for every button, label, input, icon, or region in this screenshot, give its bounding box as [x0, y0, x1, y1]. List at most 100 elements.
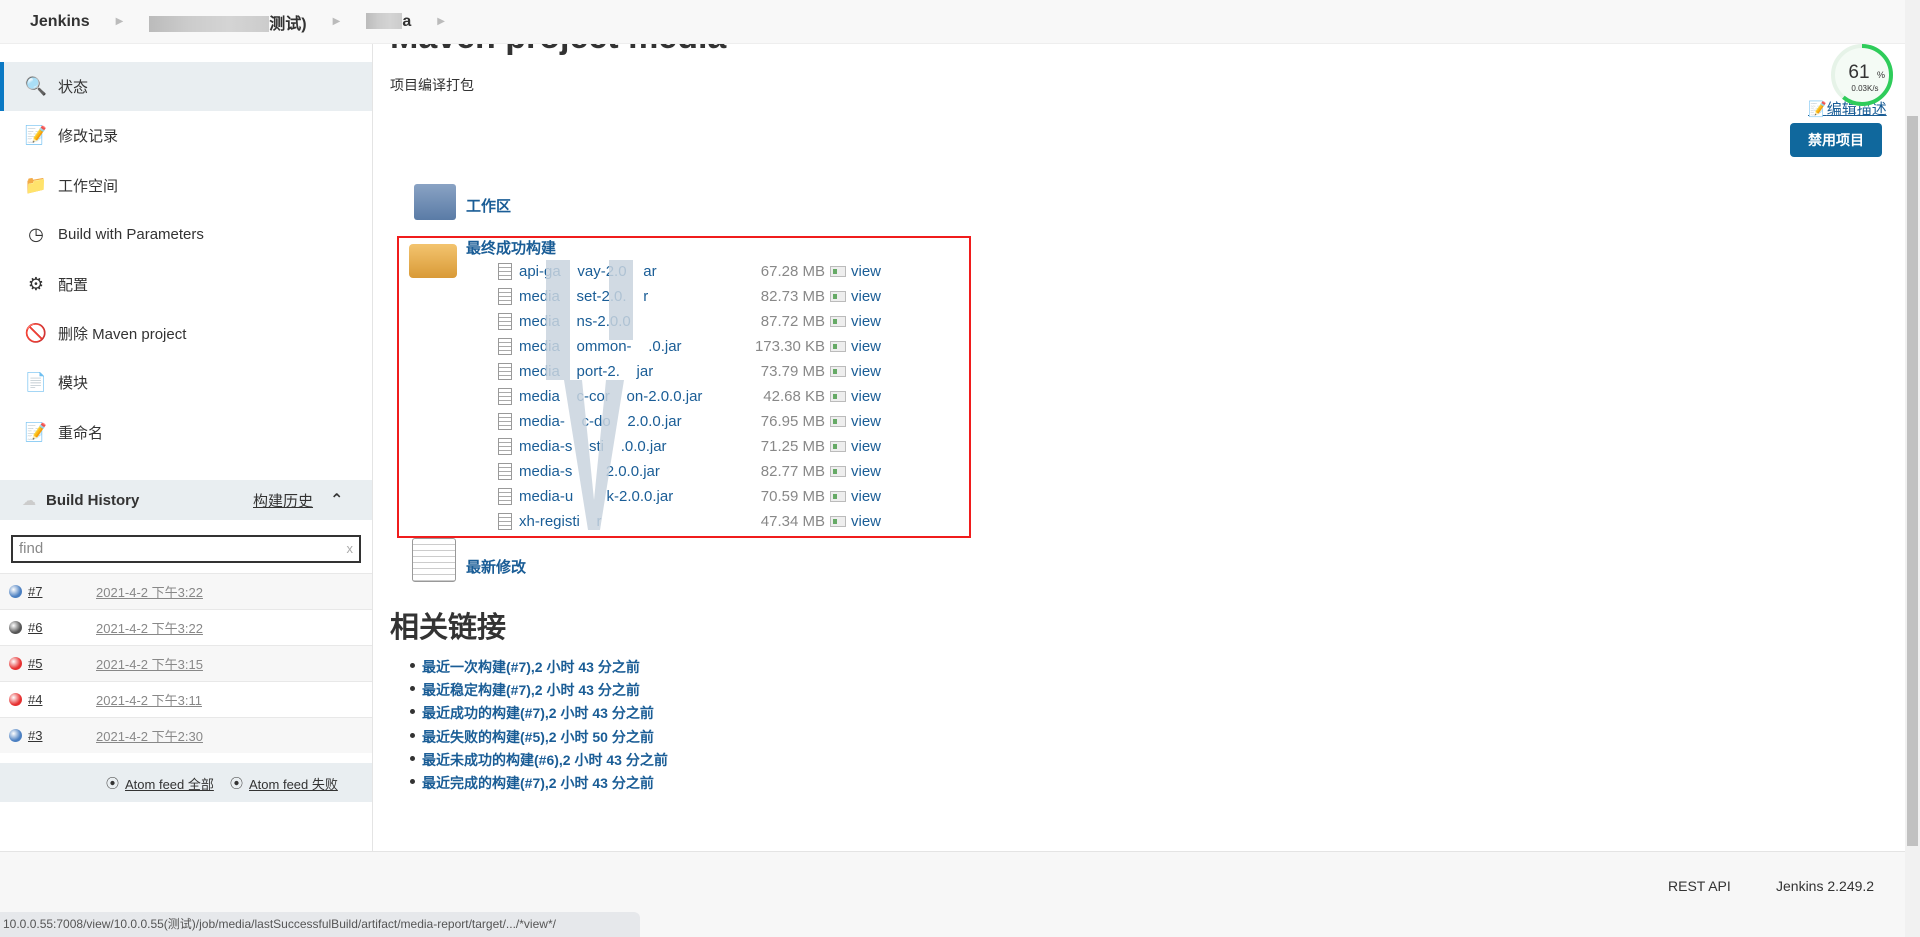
- rss-icon: ⦿: [230, 776, 244, 791]
- gear-icon: ⚙: [27, 273, 45, 294]
- artifact-size: 73.79 MB: [760, 363, 825, 380]
- build-search-input[interactable]: find x: [11, 535, 361, 563]
- clear-icon[interactable]: x: [347, 537, 354, 561]
- rest-api-link[interactable]: REST API: [1668, 878, 1731, 894]
- artifact-link[interactable]: xh-registi r: [519, 513, 735, 530]
- view-link[interactable]: view: [851, 413, 881, 430]
- view-link[interactable]: view: [851, 263, 881, 280]
- view-link[interactable]: view: [851, 463, 881, 480]
- file-icon: [498, 513, 512, 530]
- file-icon: [498, 413, 512, 430]
- build-date-link[interactable]: 2021-4-2 下午2:30: [96, 726, 203, 745]
- view-link[interactable]: view: [851, 388, 881, 405]
- breadcrumb-jenkins[interactable]: Jenkins: [30, 13, 90, 31]
- file-icon: [498, 263, 512, 280]
- scrollbar[interactable]: [1905, 0, 1920, 937]
- view-icon[interactable]: [830, 491, 846, 502]
- view-link[interactable]: view: [851, 338, 881, 355]
- sidebar-item[interactable]: 🚫 删除 Maven project: [0, 309, 372, 358]
- build-date-link[interactable]: 2021-4-2 下午3:22: [96, 582, 203, 601]
- view-icon[interactable]: [830, 466, 846, 477]
- sidebar-item[interactable]: 📄 模块: [0, 358, 372, 407]
- workspace-link[interactable]: 工作区: [466, 195, 511, 216]
- sidebar-item[interactable]: 📝 重命名: [0, 408, 372, 457]
- breadcrumb-bar: Jenkins ▶ 测试) ▶ a ▶: [0, 0, 1905, 44]
- sidebar-item[interactable]: 🔍 状态: [0, 62, 372, 111]
- artifact-size: 173.30 KB: [754, 338, 825, 355]
- build-row: #7 2021-4-2 下午3:22: [0, 573, 372, 609]
- artifact-link[interactable]: media- c-do 2.0.0.jar: [519, 413, 735, 430]
- jenkins-version[interactable]: Jenkins 2.249.2: [1776, 878, 1874, 894]
- view-icon[interactable]: [830, 391, 846, 402]
- sidebar-item[interactable]: 📁 工作空间: [0, 161, 372, 210]
- sidebar: 🔍 状态 📝 修改记录 📁 工作空间 ◷ Build with Parameters ⚙ 配置 🚫 删…: [0, 44, 373, 851]
- artifact-size: 67.28 MB: [760, 263, 825, 280]
- artifact-size: 47.34 MB: [760, 513, 825, 530]
- build-status-icon: [9, 693, 22, 706]
- artifact-size: 82.77 MB: [760, 463, 825, 480]
- build-status-icon: [9, 621, 22, 634]
- artifact-row: xh-registi r 47.34 MB view: [498, 509, 968, 534]
- sidebar-item[interactable]: ⚙ 配置: [0, 260, 372, 309]
- build-row: #6 2021-4-2 下午3:22: [0, 609, 372, 645]
- notepad-icon: 📝: [1808, 101, 1827, 118]
- build-number-link[interactable]: #7: [28, 584, 96, 599]
- artifact-link[interactable]: media c-cor on-2.0.0.jar: [519, 388, 735, 405]
- build-number-link[interactable]: #4: [28, 692, 96, 707]
- view-link[interactable]: view: [851, 313, 881, 330]
- artifact-row: media-s sti .0.0.jar 71.25 MB view: [498, 434, 968, 459]
- notepad-icon: 📝: [24, 125, 48, 146]
- artifact-size: 76.95 MB: [760, 413, 825, 430]
- related-link[interactable]: 最近失败的构建(#5),2 小时 50 分之前: [410, 727, 654, 747]
- artifact-size: 82.73 MB: [760, 288, 825, 305]
- artifact-link[interactable]: media-u k-2.0.0.jar: [519, 488, 735, 505]
- build-number-link[interactable]: #3: [28, 728, 96, 743]
- build-history-link[interactable]: 构建历史: [253, 490, 313, 511]
- related-link[interactable]: 最近未成功的构建(#6),2 小时 43 分之前: [410, 750, 668, 770]
- build-date-link[interactable]: 2021-4-2 下午3:22: [96, 618, 203, 637]
- build-date-link[interactable]: 2021-4-2 下午3:15: [96, 654, 203, 673]
- related-link[interactable]: 最近稳定构建(#7),2 小时 43 分之前: [410, 680, 640, 700]
- rss-icon: ⦿: [106, 776, 120, 791]
- atom-feed-all[interactable]: Atom feed 全部: [125, 774, 214, 793]
- view-icon[interactable]: [830, 341, 846, 352]
- sidebar-item[interactable]: ◷ Build with Parameters: [0, 210, 372, 259]
- breadcrumb-job[interactable]: a: [366, 13, 411, 31]
- build-status-icon: [9, 657, 22, 670]
- view-icon[interactable]: [830, 316, 846, 327]
- magnifier-icon: 🔍: [24, 76, 48, 96]
- view-icon[interactable]: [830, 366, 846, 377]
- build-number-link[interactable]: #5: [28, 656, 96, 671]
- artifact-link[interactable]: media-s sti .0.0.jar: [519, 438, 735, 455]
- chevron-up-icon[interactable]: ⌃: [330, 490, 343, 510]
- build-status-icon: [9, 729, 22, 742]
- related-link[interactable]: 最近一次构建(#7),2 小时 43 分之前: [410, 657, 640, 677]
- view-icon[interactable]: [830, 266, 846, 277]
- related-link[interactable]: 最近完成的构建(#7),2 小时 43 分之前: [410, 773, 654, 793]
- view-icon[interactable]: [830, 416, 846, 427]
- related-link[interactable]: 最近成功的构建(#7),2 小时 43 分之前: [410, 703, 654, 723]
- build-row: #4 2021-4-2 下午3:11: [0, 681, 372, 717]
- breadcrumb-view[interactable]: 测试): [149, 10, 307, 34]
- build-date-link[interactable]: 2021-4-2 下午3:11: [96, 690, 202, 709]
- file-icon: [498, 363, 512, 380]
- artifact-link[interactable]: media-s 2.0.0.jar: [519, 463, 735, 480]
- file-icon: [498, 463, 512, 480]
- recent-changes-link[interactable]: 最新修改: [466, 556, 526, 577]
- scrollbar-thumb[interactable]: [1907, 116, 1918, 846]
- view-link[interactable]: view: [851, 363, 881, 380]
- related-links-title: 相关链接: [390, 612, 507, 644]
- sidebar-item[interactable]: 📝 修改记录: [0, 111, 372, 160]
- main-content: Maven project media 项目编译打包 61 % 0.03K/s …: [374, 0, 1904, 851]
- view-link[interactable]: view: [851, 488, 881, 505]
- build-number-link[interactable]: #6: [28, 620, 96, 635]
- view-icon[interactable]: [830, 441, 846, 452]
- file-icon: [498, 338, 512, 355]
- view-icon[interactable]: [830, 291, 846, 302]
- atom-feed-failed[interactable]: Atom feed 失败: [249, 774, 338, 793]
- view-icon[interactable]: [830, 516, 846, 527]
- disable-project-button[interactable]: 禁用项目: [1790, 123, 1882, 157]
- view-link[interactable]: view: [851, 288, 881, 305]
- view-link[interactable]: view: [851, 438, 881, 455]
- view-link[interactable]: view: [851, 513, 881, 530]
